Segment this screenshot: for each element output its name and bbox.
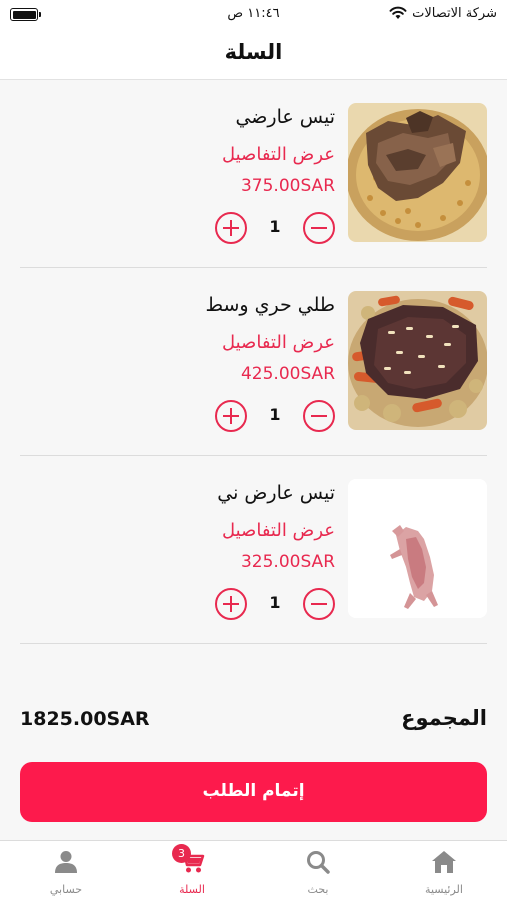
cart-item: طلي حري وسط عرض التفاصيل 425.00SAR 1 (20, 268, 487, 456)
checkout-button[interactable]: إتمام الطلب (20, 762, 487, 822)
quantity-stepper: 1 (215, 212, 335, 244)
tab-account-label: حسابي (49, 883, 83, 896)
cart-item: تيس عارضي عرض التفاصيل 375.00SAR 1 (20, 80, 487, 268)
tab-account[interactable]: حسابي (3, 841, 129, 900)
cart-list: تيس عارضي عرض التفاصيل 375.00SAR 1 طلي ح… (0, 80, 507, 644)
product-price: 375.00SAR (240, 176, 335, 196)
quantity-value: 1 (269, 405, 281, 424)
minus-icon (311, 414, 327, 417)
cart-icon: 3 (172, 844, 206, 875)
increase-quantity-button[interactable] (215, 400, 247, 432)
decrease-quantity-button[interactable] (303, 212, 335, 244)
cart-count-badge: 3 (172, 844, 191, 863)
view-details-link[interactable]: عرض التفاصيل (222, 332, 335, 353)
increase-quantity-button[interactable] (215, 212, 247, 244)
status-bar: شركة الاتصالات ١١:٤٦ ص (0, 0, 507, 28)
checkout-button-label: إتمام الطلب (202, 781, 305, 801)
tab-cart[interactable]: 3 السلة (129, 841, 255, 900)
product-price: 325.00SAR (240, 552, 335, 572)
tab-home[interactable]: الرئيسية (381, 841, 507, 900)
quantity-value: 1 (269, 217, 281, 236)
battery-icon (10, 8, 41, 21)
total-value: 1825.00SAR (20, 708, 150, 730)
minus-icon (311, 226, 327, 229)
quantity-stepper: 1 (215, 588, 335, 620)
order-total: المجموع 1825.00SAR (20, 704, 487, 738)
total-label: المجموع (401, 706, 487, 730)
increase-quantity-button[interactable] (215, 588, 247, 620)
person-icon (52, 849, 80, 875)
product-name: تيس عارضي (235, 106, 335, 128)
search-icon (304, 849, 332, 875)
page-header: السلة (0, 28, 507, 80)
product-price: 425.00SAR (240, 364, 335, 384)
home-icon (430, 849, 458, 875)
view-details-link[interactable]: عرض التفاصيل (222, 144, 335, 165)
cart-item: تيس عارض ني عرض التفاصيل 325.00SAR 1 (20, 456, 487, 644)
product-name: طلي حري وسط (205, 294, 335, 316)
product-image[interactable] (348, 291, 487, 430)
decrease-quantity-button[interactable] (303, 400, 335, 432)
page-title: السلة (224, 40, 283, 64)
view-details-link[interactable]: عرض التفاصيل (222, 520, 335, 541)
minus-icon (311, 602, 327, 605)
product-image[interactable] (348, 479, 487, 618)
product-image[interactable] (348, 103, 487, 242)
tab-home-label: الرئيسية (425, 883, 463, 896)
tab-search[interactable]: بحث (255, 841, 381, 900)
status-time: ١١:٤٦ ص (227, 6, 280, 21)
tab-cart-label: السلة (179, 883, 205, 896)
bottom-tab-bar: الرئيسية بحث 3 السلة حسابي (0, 840, 507, 900)
quantity-stepper: 1 (215, 400, 335, 432)
tab-search-label: بحث (307, 883, 329, 896)
quantity-value: 1 (269, 593, 281, 612)
decrease-quantity-button[interactable] (303, 588, 335, 620)
product-name: تيس عارض ني (217, 482, 335, 504)
